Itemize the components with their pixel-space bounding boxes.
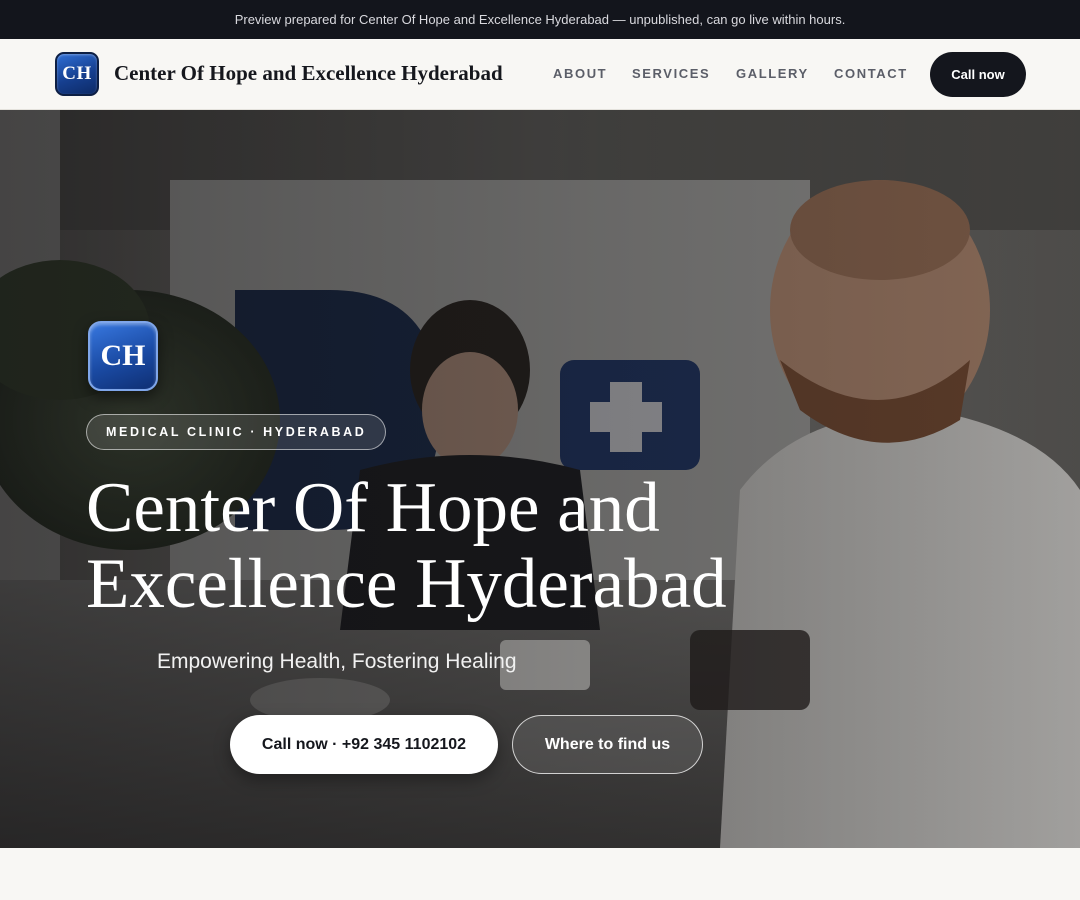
brand-name[interactable]: Center Of Hope and Excellence Hyderabad — [114, 61, 503, 86]
nav-call-button[interactable]: Call now — [930, 52, 1026, 97]
hero-logo: CH — [88, 321, 158, 391]
category-badge: MEDICAL CLINIC · HYDERABAD — [86, 414, 387, 450]
nav-link-contact[interactable]: CONTACT — [834, 66, 908, 81]
call-now-button[interactable]: Call now · +92 345 1102102 — [230, 715, 498, 774]
preview-banner-text: Preview prepared for Center Of Hope and … — [234, 12, 846, 27]
nav-link-gallery[interactable]: GALLERY — [736, 66, 809, 81]
preview-banner: Preview prepared for Center Of Hope and … — [0, 0, 1080, 39]
top-navbar: CH Center Of Hope and Excellence Hyderab… — [0, 39, 1080, 110]
hero-tagline: Empowering Health, Fostering Healing — [157, 650, 517, 673]
where-to-find-us-button[interactable]: Where to find us — [512, 715, 703, 774]
hero-title: Center Of Hope and Excellence Hyderabad — [86, 469, 727, 623]
nav-link-about[interactable]: ABOUT — [553, 66, 607, 81]
hero-section: CH MEDICAL CLINIC · HYDERABAD Center Of … — [0, 110, 1080, 848]
nav-link-services[interactable]: SERVICES — [632, 66, 710, 81]
brand-logo[interactable]: CH — [55, 52, 99, 96]
